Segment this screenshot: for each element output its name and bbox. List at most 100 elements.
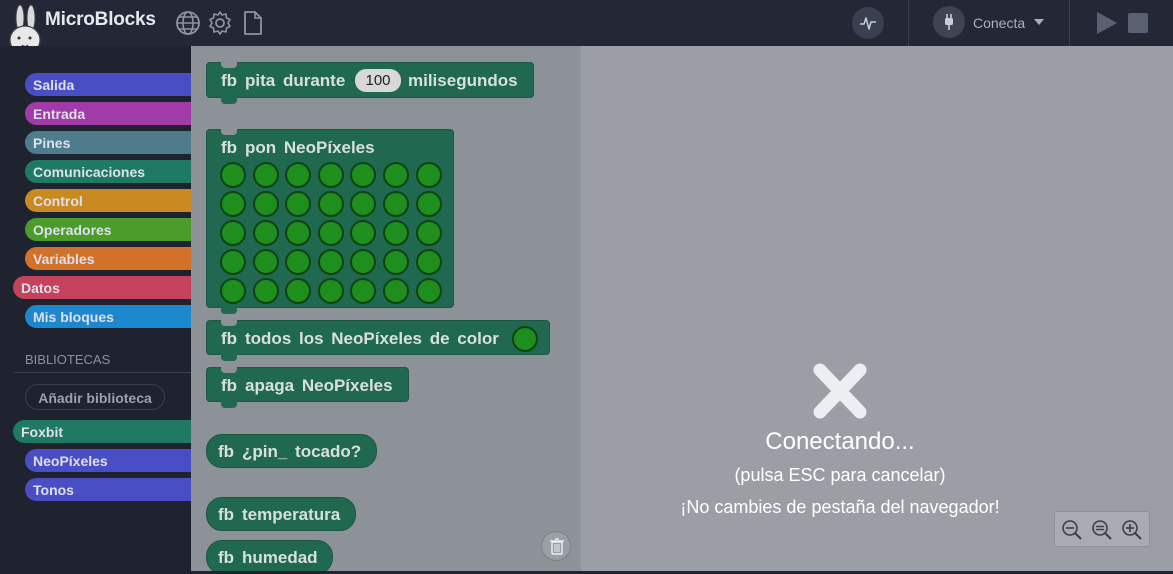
block-label: todos los NeoPíxeles de color — [245, 329, 499, 348]
neopixel-led[interactable] — [415, 249, 442, 275]
toolbar-divider — [908, 0, 909, 46]
zoom-controls — [1054, 511, 1150, 547]
pin-touched-block[interactable]: fb ¿pin_ tocado? — [206, 434, 377, 468]
sidebar-library-neopíxeles[interactable]: NeoPíxeles — [25, 449, 191, 472]
neopixel-led[interactable] — [317, 249, 344, 275]
block-label: humedad — [242, 548, 318, 567]
plug-icon — [945, 14, 953, 30]
neopixel-led[interactable] — [350, 220, 377, 246]
neopixel-led[interactable] — [252, 249, 279, 275]
neopixel-led[interactable] — [317, 278, 344, 304]
stop-icon[interactable] — [1128, 13, 1148, 33]
neopixel-led[interactable] — [350, 249, 377, 275]
block-prefix: fb — [221, 138, 238, 157]
neopixel-led[interactable] — [285, 249, 312, 275]
sidebar-library-foxbit[interactable]: Foxbit — [13, 420, 191, 443]
sidebar-category-mis-bloques[interactable]: Mis bloques — [25, 305, 191, 328]
set-neopixels-block[interactable]: fb pon NeoPíxeles — [206, 129, 454, 314]
neopixel-led[interactable] — [220, 220, 246, 246]
neopixel-led[interactable] — [383, 249, 409, 275]
block-prefix: fb — [221, 71, 238, 90]
block-notch — [221, 367, 237, 373]
block-notch — [221, 129, 237, 135]
neopixel-led[interactable] — [383, 220, 409, 246]
neopixel-led[interactable] — [317, 220, 344, 246]
block-label: milisegundos — [408, 71, 518, 90]
neopixel-led[interactable] — [252, 162, 279, 188]
graph-button[interactable] — [852, 7, 884, 39]
block-label: pon NeoPíxeles — [245, 138, 375, 157]
sidebar-category-datos[interactable]: Datos — [13, 276, 191, 299]
toolbar-divider — [1069, 0, 1070, 46]
connect-button[interactable] — [933, 6, 965, 38]
humidity-block[interactable]: fb humedad — [206, 540, 333, 574]
zoom-out-icon[interactable] — [1061, 519, 1083, 541]
neopixel-led[interactable] — [383, 162, 409, 188]
block-prefix: fb — [221, 376, 238, 395]
neopixel-led[interactable] — [415, 220, 442, 246]
connecting-message: Conectando... — [765, 428, 915, 455]
block-prefix: fb — [221, 329, 238, 348]
beep-block[interactable]: fb pita durante 100 milisegundos — [206, 62, 534, 104]
sidebar-library-tonos[interactable]: Tonos — [25, 478, 191, 501]
neopixel-led[interactable] — [415, 162, 442, 188]
neopixel-led[interactable] — [252, 220, 279, 246]
sidebar-category-entrada[interactable]: Entrada — [25, 102, 191, 125]
play-icon[interactable] — [1097, 12, 1117, 34]
block-tab — [221, 97, 237, 104]
neopixel-led[interactable] — [383, 278, 409, 304]
block-prefix: fb — [218, 442, 235, 461]
file-icon[interactable] — [240, 10, 266, 36]
block-palette — [191, 46, 581, 571]
sidebar-category-control[interactable]: Control — [25, 189, 191, 212]
neopixel-led[interactable] — [350, 278, 377, 304]
block-label: temperatura — [242, 505, 341, 524]
neopixel-led[interactable] — [350, 191, 377, 217]
trash-icon[interactable] — [541, 531, 571, 561]
neopixel-led[interactable] — [415, 191, 442, 217]
close-icon — [813, 363, 867, 419]
gear-icon[interactable] — [207, 10, 233, 36]
temperature-block[interactable]: fb temperatura — [206, 497, 356, 531]
neopixel-led[interactable] — [317, 162, 344, 188]
app-title: MicroBlocks — [45, 9, 156, 30]
chevron-down-icon[interactable] — [1034, 19, 1044, 25]
block-notch — [221, 320, 237, 326]
block-tab — [221, 354, 237, 361]
neopixel-led[interactable] — [285, 162, 312, 188]
neopixel-led[interactable] — [383, 191, 409, 217]
neopixel-led[interactable] — [220, 162, 246, 188]
color-swatch[interactable] — [512, 326, 538, 352]
block-prefix: fb — [218, 548, 235, 567]
neopixel-led[interactable] — [285, 191, 312, 217]
duration-input[interactable]: 100 — [355, 69, 401, 92]
neopixel-led[interactable] — [317, 191, 344, 217]
zoom-in-icon[interactable] — [1121, 519, 1143, 541]
neopixel-led[interactable] — [285, 278, 312, 304]
script-area[interactable] — [581, 46, 1173, 571]
globe-icon[interactable] — [175, 10, 201, 36]
block-tab — [221, 307, 237, 314]
sidebar-category-pines[interactable]: Pines — [25, 131, 191, 154]
block-label: ¿pin_ tocado? — [242, 442, 362, 461]
connect-label[interactable]: Conecta — [973, 15, 1025, 31]
neopixel-led[interactable] — [220, 249, 246, 275]
neopixel-led[interactable] — [415, 278, 442, 304]
all-neopixels-color-block[interactable]: fb todos los NeoPíxeles de color — [206, 320, 550, 361]
sidebar-category-salida[interactable]: Salida — [25, 73, 191, 96]
sidebar-category-variables[interactable]: Variables — [25, 247, 191, 270]
neopixel-led[interactable] — [220, 191, 246, 217]
sidebar-category-comunicaciones[interactable]: Comunicaciones — [25, 160, 191, 183]
neopixel-led[interactable] — [350, 162, 377, 188]
block-label: pita durante — [245, 71, 346, 90]
neopixel-led[interactable] — [285, 220, 312, 246]
neopixel-led[interactable] — [220, 278, 246, 304]
neopixel-led[interactable] — [252, 191, 279, 217]
sidebar-category-operadores[interactable]: Operadores — [25, 218, 191, 241]
block-notch — [221, 62, 237, 68]
add-library-button[interactable]: Añadir biblioteca — [25, 384, 165, 410]
neopixel-led[interactable] — [252, 278, 279, 304]
cancel-hint: (pulsa ESC para cancelar) — [734, 465, 946, 485]
zoom-reset-icon[interactable] — [1091, 519, 1113, 541]
neopixels-off-block[interactable]: fb apaga NeoPíxeles — [206, 367, 409, 408]
